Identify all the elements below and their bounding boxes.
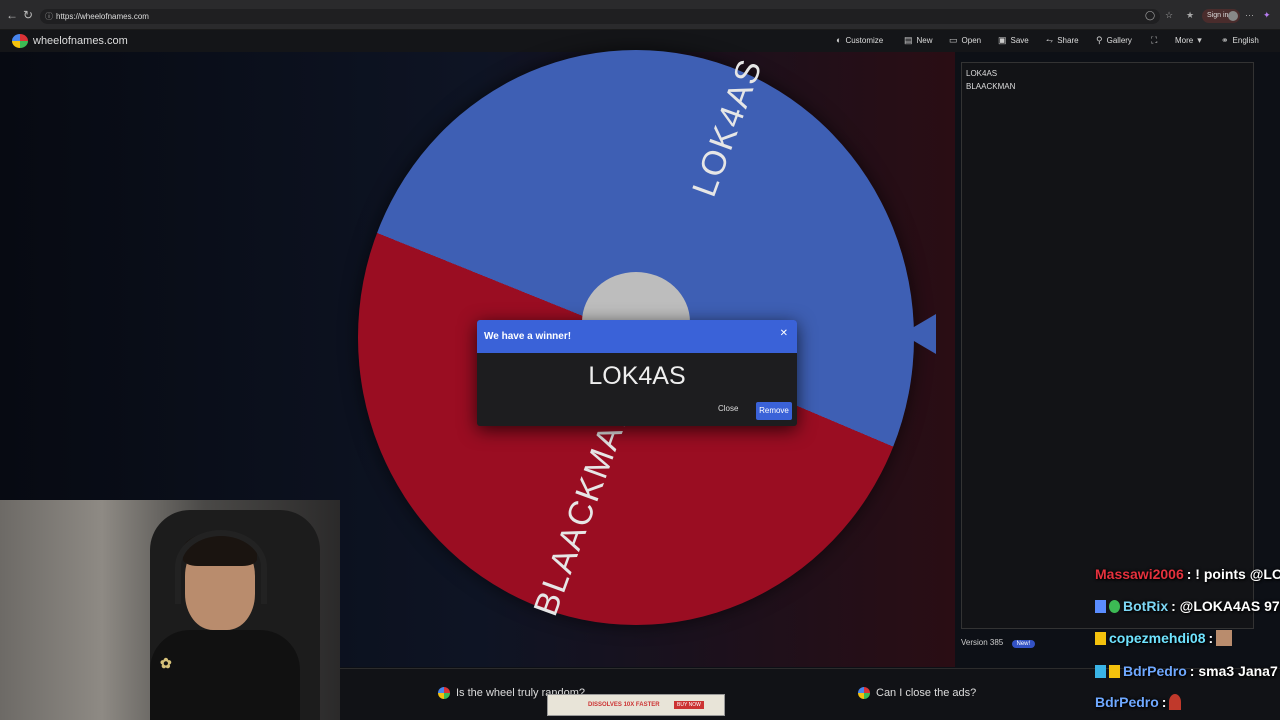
chat-message: BdrPedro : (1095, 694, 1182, 710)
sign-in-label: Sign in (1207, 12, 1229, 19)
browser-menu-icon[interactable]: ⋯ (1245, 10, 1254, 21)
reload-icon[interactable]: ↻ (23, 8, 33, 22)
menu-language[interactable]: ⚭ English (1221, 35, 1259, 46)
chat-username: copezmehdi08 (1109, 630, 1206, 646)
remove-button[interactable]: Remove (756, 402, 792, 420)
copilot-icon[interactable]: ✦ (1263, 10, 1271, 21)
site-name[interactable]: wheelofnames.com (33, 35, 128, 47)
search-icon: ⚲ (1096, 35, 1103, 45)
close-button[interactable]: Close (718, 404, 738, 413)
profile-avatar-icon (1228, 11, 1238, 21)
cast-icon[interactable]: ◯ (1145, 10, 1155, 21)
shirt-print: ✿ (160, 655, 172, 671)
menu-more-label: More (1175, 36, 1194, 45)
share-icon: ⥊ (1046, 35, 1054, 45)
chat-text: : (1208, 630, 1214, 646)
winner-name: LOK4AS (588, 362, 686, 390)
menu-gallery[interactable]: ⚲ Gallery (1096, 35, 1132, 46)
chat-username: Massawi2006 (1095, 566, 1184, 582)
menu-fullscreen[interactable]: ⛶ (1151, 35, 1157, 46)
site-info-icon[interactable]: ⓘ (45, 9, 53, 24)
entries-textarea[interactable]: LOK4AS BLAACKMAN (961, 62, 1254, 629)
chat-message: Massawi2006 : ! points @LOKA4AS (1095, 566, 1280, 582)
menu-open[interactable]: ▭ Open (949, 35, 981, 46)
address-bar[interactable]: ⓘ https://wheelofnames.com (40, 9, 1160, 24)
wheel-logo-icon (438, 687, 450, 699)
moderator-badge-icon (1095, 599, 1106, 613)
chevron-down-icon: ▾ (1197, 35, 1202, 45)
entry-line: BLAACKMAN (966, 82, 1016, 91)
chat-text: : (1161, 694, 1167, 710)
crown-badge-icon (1109, 664, 1120, 678)
wheel-logo-icon[interactable] (12, 34, 28, 48)
menu-new[interactable]: ▤ New (904, 35, 933, 46)
winner-dialog: We have a winner! ✕ LOK4AS Close Remove (477, 320, 797, 426)
chat-message: copezmehdi08 : (1095, 630, 1233, 646)
menu-customize[interactable]: ◐ Customize (836, 35, 883, 45)
menu-save-label: Save (1010, 36, 1029, 45)
bookmark-star-icon[interactable]: ☆ (1165, 10, 1173, 21)
browser-toolbar: ← ↻ ⓘ https://wheelofnames.com ◯ ☆ ★ Sig… (0, 0, 1280, 30)
favorites-icon[interactable]: ★ (1186, 10, 1194, 21)
folder-icon: ▭ (949, 35, 958, 45)
app-header: wheelofnames.com ◐ Customize ▤ New ▭ Ope… (0, 30, 1280, 52)
chat-message: BdrPedro : sma3 Jana7 4 da (1095, 663, 1280, 679)
wheel-pointer (902, 314, 936, 354)
ad-banner[interactable]: DISSOLVES 10X FASTER BUY NOW (547, 694, 725, 716)
ad-button[interactable]: BUY NOW (674, 701, 704, 709)
headset-icon (175, 530, 267, 604)
menu-new-label: New (916, 36, 933, 45)
menu-save[interactable]: ▣ Save (998, 35, 1029, 46)
version-label: Version 385 (961, 638, 1004, 647)
streamer-webcam: ✿ (0, 500, 340, 720)
emote-icon (1216, 630, 1233, 646)
ad-text: DISSOLVES 10X FASTER (588, 702, 660, 708)
menu-gallery-label: Gallery (1106, 36, 1132, 45)
chat-username: BotRix (1123, 598, 1169, 614)
fullscreen-icon: ⛶ (1151, 35, 1158, 45)
dialog-title: We have a winner! (484, 331, 572, 342)
new-badge[interactable]: New! (1011, 640, 1036, 648)
file-icon: ▤ (904, 35, 913, 45)
sign-in-button[interactable]: Sign in (1202, 9, 1240, 23)
chat-text: : @LOKA4AS 9762 (1171, 598, 1280, 614)
shield-badge-icon (1095, 664, 1106, 678)
crown-badge-icon (1095, 631, 1106, 645)
emote-icon (1169, 694, 1182, 710)
menu-share-label: Share (1057, 36, 1079, 45)
menu-share[interactable]: ⥊ Share (1046, 35, 1079, 46)
verified-badge-icon (1109, 599, 1120, 613)
save-icon: ▣ (998, 35, 1007, 45)
chat-username: BdrPedro (1095, 694, 1159, 710)
menu-open-label: Open (961, 36, 982, 45)
url-text: https://wheelofnames.com (56, 12, 149, 21)
chat-text: : sma3 Jana7 4 da (1189, 663, 1280, 679)
streamer-body (150, 630, 300, 720)
menu-more[interactable]: More ▾ (1175, 35, 1202, 46)
dialog-header: We have a winner! ✕ (477, 320, 797, 353)
palette-icon: ◐ (836, 35, 842, 45)
globe-icon: ⚭ (1221, 35, 1229, 45)
version-info: Version 385 New! (961, 638, 1036, 648)
chat-text: : ! points @LOKA4AS (1186, 566, 1280, 582)
menu-language-label: English (1232, 36, 1259, 45)
chat-username: BdrPedro (1123, 663, 1187, 679)
entry-line: LOK4AS (966, 69, 998, 78)
menu-customize-label: Customize (845, 35, 884, 45)
chat-message: BotRix : @LOKA4AS 9762 (1095, 598, 1280, 614)
close-icon[interactable]: ✕ (780, 328, 788, 339)
back-icon[interactable]: ← (6, 8, 18, 22)
wheel-logo-icon (858, 687, 870, 699)
faq-question: Can I close the ads? (876, 687, 977, 699)
faq-item-ads[interactable]: Can I close the ads? (858, 687, 976, 699)
